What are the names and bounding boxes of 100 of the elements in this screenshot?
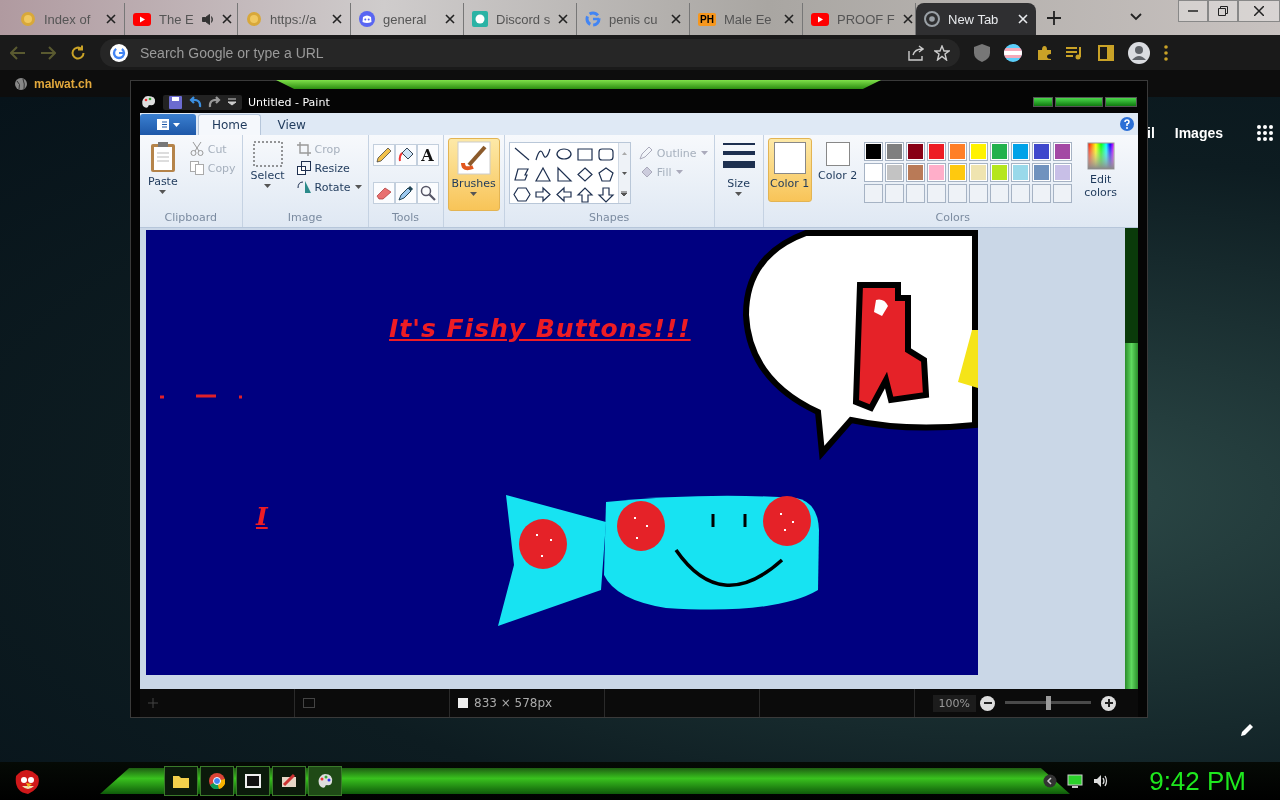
google-icon (585, 11, 601, 27)
drawing-canvas[interactable]: It's Fishy Buttons!!! I (146, 230, 978, 675)
triangle-icon[interactable] (532, 165, 553, 184)
palette-swatch[interactable] (968, 163, 988, 182)
fill-tool[interactable] (394, 144, 417, 166)
plus-icon (1104, 699, 1113, 707)
taskbar-button[interactable] (200, 766, 234, 796)
diamond-icon[interactable] (574, 165, 595, 184)
bookmark[interactable]: malwat.ch (14, 76, 93, 91)
ribbon-tab[interactable]: View (263, 114, 320, 135)
zoom-out-button[interactable] (980, 695, 995, 711)
parallelogram-icon[interactable] (511, 165, 532, 184)
chrome-icon (209, 773, 225, 789)
paste-button[interactable]: Paste (144, 138, 182, 211)
caret-icon (735, 192, 743, 196)
file-menu-button[interactable] (140, 114, 196, 135)
palette-swatch[interactable] (863, 163, 883, 182)
selection-icon (252, 141, 283, 167)
palette-swatch[interactable] (989, 163, 1009, 182)
rounded-rectangle-icon[interactable] (595, 145, 616, 164)
eyedropper-icon (397, 184, 414, 201)
page-link[interactable]: Images (1174, 125, 1224, 141)
right-arrow-icon[interactable] (532, 185, 553, 204)
edit-colors-button[interactable]: Edit colors (1077, 138, 1124, 202)
magnifier-tool[interactable] (416, 181, 439, 204)
image-size-icon (458, 698, 468, 708)
page-link[interactable]: il (1147, 125, 1155, 141)
palette-swatch[interactable] (926, 163, 946, 182)
restore-button[interactable] (1208, 0, 1238, 22)
bucket-icon (397, 147, 414, 163)
resize-button[interactable]: Resize (294, 159, 364, 177)
window-title: Untitled - Paint (248, 95, 330, 109)
palette-swatch[interactable] (1010, 142, 1030, 161)
palette-swatch[interactable] (1031, 142, 1051, 161)
color-picker-tool[interactable] (394, 181, 417, 204)
palette-swatch[interactable] (884, 142, 904, 161)
copy-icon (189, 161, 204, 175)
slider-thumb[interactable] (1046, 696, 1051, 710)
color-selector[interactable]: Color 1 (767, 138, 812, 202)
palette-swatch[interactable] (1031, 163, 1051, 182)
pencil-icon (375, 147, 392, 163)
caret-icon (159, 190, 167, 194)
share-icon (908, 44, 924, 61)
forward-icon (40, 45, 56, 60)
rotate-button[interactable]: Rotate (294, 178, 364, 196)
minimize-icon (1188, 10, 1198, 12)
palette-icon (317, 773, 333, 789)
new-tab-icon (1047, 10, 1061, 25)
rotate-icon (296, 180, 311, 194)
puzzle-icon (1036, 44, 1052, 61)
up-icon (621, 151, 627, 155)
palette-swatch[interactable] (968, 142, 988, 161)
apps-icon (1257, 125, 1274, 141)
reload-icon (70, 44, 86, 61)
google-icon (110, 43, 128, 62)
eraser-tool[interactable] (372, 181, 395, 204)
spectrum-icon (1086, 142, 1115, 170)
close-button[interactable] (1238, 0, 1280, 22)
palette-swatch[interactable] (947, 163, 967, 182)
maximize-button[interactable] (1055, 97, 1103, 107)
clock[interactable]: 9:42 PM (1149, 765, 1246, 797)
left-arrow-icon[interactable] (553, 185, 574, 204)
palette-swatch[interactable] (989, 142, 1009, 161)
color-selector[interactable]: Color 2 (815, 138, 860, 202)
palette-swatch[interactable] (1052, 163, 1072, 182)
hexagon-icon[interactable] (511, 185, 532, 204)
address-bar[interactable]: Search Google or type a URL (100, 38, 960, 67)
brush-icon (281, 773, 297, 789)
palette-swatch[interactable] (1052, 142, 1072, 161)
palette-swatch[interactable] (1010, 163, 1030, 182)
brushes-button[interactable]: Brushes (447, 138, 500, 211)
browser-tab[interactable]: New Tab (916, 3, 1036, 35)
taskbar-button[interactable] (308, 766, 342, 796)
text-tool[interactable]: A (416, 144, 439, 166)
pencil-tool[interactable] (372, 144, 395, 166)
minimize-button[interactable] (1178, 0, 1208, 22)
rectangle-icon[interactable] (574, 145, 595, 164)
profile-icon (1128, 41, 1150, 64)
select-button[interactable]: Select (246, 138, 289, 211)
palette-swatch[interactable] (863, 142, 883, 161)
size-button[interactable]: Size (718, 138, 759, 211)
zoom-in-button[interactable] (1101, 695, 1116, 711)
palette-swatch[interactable] (926, 142, 946, 161)
close-icon (1254, 6, 1264, 16)
chrome-icon (924, 11, 940, 27)
down-arrow-icon[interactable] (595, 185, 616, 204)
palette-swatch[interactable] (905, 163, 925, 182)
ribbon-tab[interactable]: Home (198, 114, 262, 135)
taskbar-button[interactable] (272, 766, 306, 796)
scrollbar[interactable] (1125, 228, 1138, 689)
taskbar-button[interactable] (236, 766, 270, 796)
save-icon (169, 95, 182, 109)
palette-swatch[interactable] (884, 163, 904, 182)
up-arrow-icon[interactable] (574, 185, 595, 204)
palette-swatch[interactable] (947, 142, 967, 161)
minimize-button[interactable] (1033, 97, 1053, 107)
group-label: Shapes (588, 211, 631, 226)
palette-swatch[interactable] (905, 142, 925, 161)
pentagon-icon[interactable] (595, 165, 616, 184)
taskbar-button[interactable] (164, 766, 198, 796)
